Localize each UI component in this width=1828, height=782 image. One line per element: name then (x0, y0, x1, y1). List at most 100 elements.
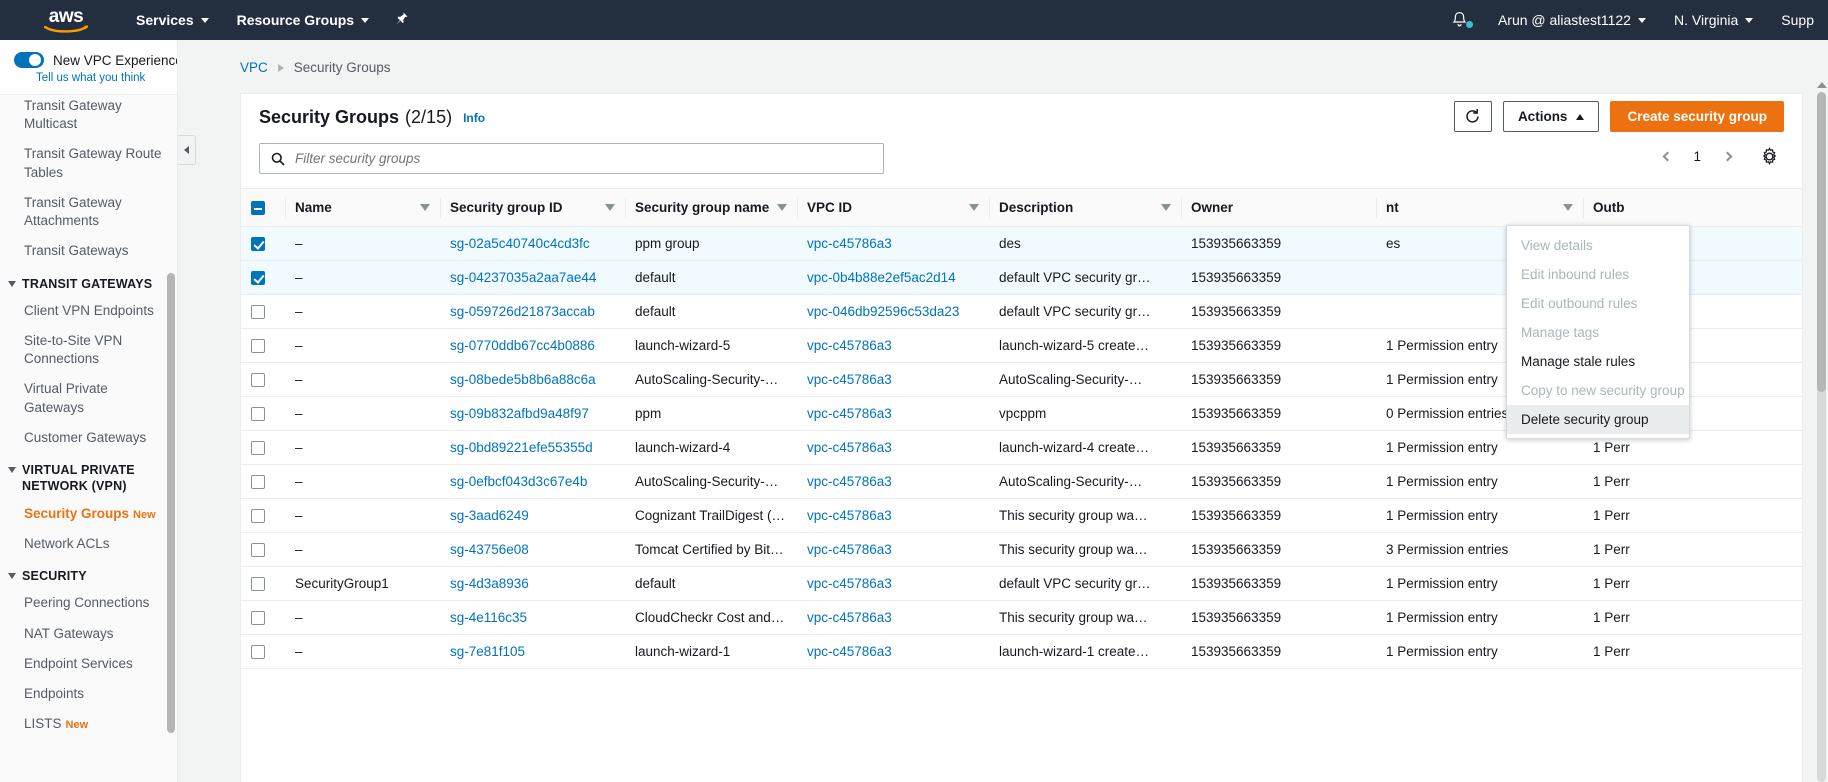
sort-icon[interactable] (969, 204, 979, 211)
sidebar-collapse-button[interactable] (178, 135, 196, 165)
vpc-id-link[interactable]: vpc-c45786a3 (807, 610, 892, 625)
row-checkbox[interactable] (251, 373, 265, 387)
row-checkbox[interactable] (251, 339, 265, 353)
menu-item-delete-security-group[interactable]: Delete security group (1507, 405, 1689, 434)
scrollbar-thumb[interactable] (1817, 92, 1826, 392)
sg-id-link[interactable]: sg-4e116c35 (450, 610, 527, 625)
sg-id-link[interactable]: sg-059726d21873accab (450, 304, 595, 319)
pin-icon[interactable] (393, 11, 409, 30)
sidebar-item-lists[interactable]: LISTSNew (0, 709, 177, 739)
preferences-button[interactable] (1754, 141, 1784, 171)
region-menu[interactable]: N. Virginia (1660, 0, 1767, 40)
vpc-id-link[interactable]: vpc-c45786a3 (807, 576, 892, 591)
sidebar-item-nat-gateways[interactable]: NAT Gateways (0, 619, 177, 649)
vpc-id-link[interactable]: vpc-c45786a3 (807, 644, 892, 659)
nav-services[interactable]: Services (122, 0, 223, 40)
vpc-id-link[interactable]: vpc-c45786a3 (807, 406, 892, 421)
row-checkbox[interactable] (251, 645, 265, 659)
row-checkbox[interactable] (251, 441, 265, 455)
table-row[interactable]: –sg-7e81f105launch-wizard-1vpc-c45786a3l… (241, 635, 1802, 669)
sidebar-scrollbar-thumb[interactable] (167, 273, 175, 733)
account-menu[interactable]: Arun @ aliastest1122 (1484, 0, 1660, 40)
vpc-id-link[interactable]: vpc-046db92596c53da23 (807, 304, 959, 319)
column-header-owner[interactable]: Owner (1181, 189, 1376, 227)
aws-logo[interactable]: aws (44, 7, 88, 33)
sidebar-item-virtual-private-gateways[interactable]: Virtual Private Gateways (0, 374, 177, 422)
next-page-button[interactable] (1713, 141, 1741, 171)
vpc-id-link[interactable]: vpc-c45786a3 (807, 474, 892, 489)
sidebar-item-transit-gateway-multicast[interactable]: Transit Gateway Multicast (0, 91, 177, 139)
sort-icon[interactable] (605, 204, 615, 211)
sg-id-link[interactable]: sg-09b832afbd9a48f97 (450, 406, 589, 421)
sort-icon[interactable] (1161, 204, 1171, 211)
column-header-nt[interactable]: nt (1376, 189, 1583, 227)
table-row[interactable]: –sg-3aad6249Cognizant TrailDigest (…vpc-… (241, 499, 1802, 533)
column-header-name[interactable]: Name (285, 189, 440, 227)
sg-id-link[interactable]: sg-3aad6249 (450, 508, 529, 523)
vpc-id-link[interactable]: vpc-c45786a3 (807, 372, 892, 387)
column-header-vpc-id[interactable]: VPC ID (797, 189, 989, 227)
row-checkbox[interactable] (251, 237, 265, 251)
table-row[interactable]: –sg-43756e08Tomcat Certified by Bit…vpc-… (241, 533, 1802, 567)
vpc-id-link[interactable]: vpc-c45786a3 (807, 338, 892, 353)
table-row[interactable]: –sg-4e116c35CloudCheckr Cost and …vpc-c4… (241, 601, 1802, 635)
sidebar-item-security-groups[interactable]: Security GroupsNew (0, 499, 177, 529)
sidebar-item-transit-gateways[interactable]: Transit Gateways (0, 236, 177, 266)
breadcrumb-vpc[interactable]: VPC (240, 60, 268, 75)
page-number[interactable]: 1 (1685, 149, 1709, 164)
sidebar-section-security[interactable]: SECURITY (0, 559, 177, 588)
select-all-checkbox[interactable] (251, 201, 265, 215)
create-security-group-button[interactable]: Create security group (1610, 101, 1784, 132)
sidebar-item-transit-gateway-route-tables[interactable]: Transit Gateway Route Tables (0, 139, 177, 187)
sidebar-section-virtual-private-network-vpn[interactable]: VIRTUAL PRIVATE NETWORK (VPN) (0, 453, 177, 499)
row-checkbox[interactable] (251, 509, 265, 523)
info-link[interactable]: Info (463, 111, 485, 125)
column-header-outb[interactable]: Outb (1583, 189, 1802, 227)
sidebar-item-transit-gateway-attachments[interactable]: Transit Gateway Attachments (0, 188, 177, 236)
row-checkbox[interactable] (251, 543, 265, 557)
nav-resource-groups[interactable]: Resource Groups (223, 0, 383, 40)
refresh-button[interactable] (1454, 101, 1492, 132)
column-header-security-group-name[interactable]: Security group name (625, 189, 797, 227)
vpc-id-link[interactable]: vpc-c45786a3 (807, 508, 892, 523)
sidebar-item-site-to-site-vpn-connections[interactable]: Site-to-Site VPN Connections (0, 326, 177, 374)
sidebar-section-transit-gateways[interactable]: TRANSIT GATEWAYS (0, 267, 177, 296)
sidebar-item-endpoint-services[interactable]: Endpoint Services (0, 649, 177, 679)
sg-id-link[interactable]: sg-4d3a8936 (450, 576, 529, 591)
table-row[interactable]: SecurityGroup1sg-4d3a8936defaultvpc-c457… (241, 567, 1802, 601)
sidebar-item-endpoints[interactable]: Endpoints (0, 679, 177, 709)
content-scroll-up-arrow[interactable] (1817, 82, 1827, 88)
sort-icon[interactable] (1563, 204, 1573, 211)
vpc-id-link[interactable]: vpc-0b4b88e2ef5ac2d14 (807, 270, 956, 285)
sg-id-link[interactable]: sg-43756e08 (450, 542, 529, 557)
search-input[interactable] (293, 150, 883, 167)
sidebar-item-customer-gateways[interactable]: Customer Gateways (0, 423, 177, 453)
column-header-description[interactable]: Description (989, 189, 1181, 227)
row-checkbox[interactable] (251, 271, 265, 285)
row-checkbox[interactable] (251, 475, 265, 489)
vpc-id-link[interactable]: vpc-c45786a3 (807, 542, 892, 557)
vpc-id-link[interactable]: vpc-c45786a3 (807, 236, 892, 251)
previous-page-button[interactable] (1653, 141, 1681, 171)
sg-id-link[interactable]: sg-0bd89221efe55355d (450, 440, 593, 455)
menu-item-manage-stale-rules[interactable]: Manage stale rules (1507, 347, 1689, 376)
sort-icon[interactable] (777, 204, 787, 211)
column-header-security-group-id[interactable]: Security group ID (440, 189, 625, 227)
sg-id-link[interactable]: sg-02a5c40740c4cd3fc (450, 236, 590, 251)
sg-id-link[interactable]: sg-08bede5b8b6a88c6a (450, 372, 596, 387)
row-checkbox[interactable] (251, 407, 265, 421)
sidebar-item-network-acls[interactable]: Network ACLs (0, 529, 177, 559)
search-box[interactable] (259, 143, 884, 174)
content-vertical-scrollbar[interactable] (1817, 92, 1826, 782)
sg-id-link[interactable]: sg-7e81f105 (450, 644, 525, 659)
new-vpc-experience-toggle[interactable] (14, 52, 44, 68)
sg-id-link[interactable]: sg-0770ddb67cc4b0886 (450, 338, 595, 353)
vpc-id-link[interactable]: vpc-c45786a3 (807, 440, 892, 455)
sg-id-link[interactable]: sg-04237035a2aa7ae44 (450, 270, 596, 285)
sidebar-item-client-vpn-endpoints[interactable]: Client VPN Endpoints (0, 296, 177, 326)
notifications-bell[interactable] (1435, 11, 1484, 29)
actions-button[interactable]: Actions (1503, 101, 1600, 132)
table-row[interactable]: –sg-0efbcf043d3c67e4bAutoScaling-Securit… (241, 465, 1802, 499)
sort-icon[interactable] (420, 204, 430, 211)
sg-id-link[interactable]: sg-0efbcf043d3c67e4b (450, 474, 587, 489)
